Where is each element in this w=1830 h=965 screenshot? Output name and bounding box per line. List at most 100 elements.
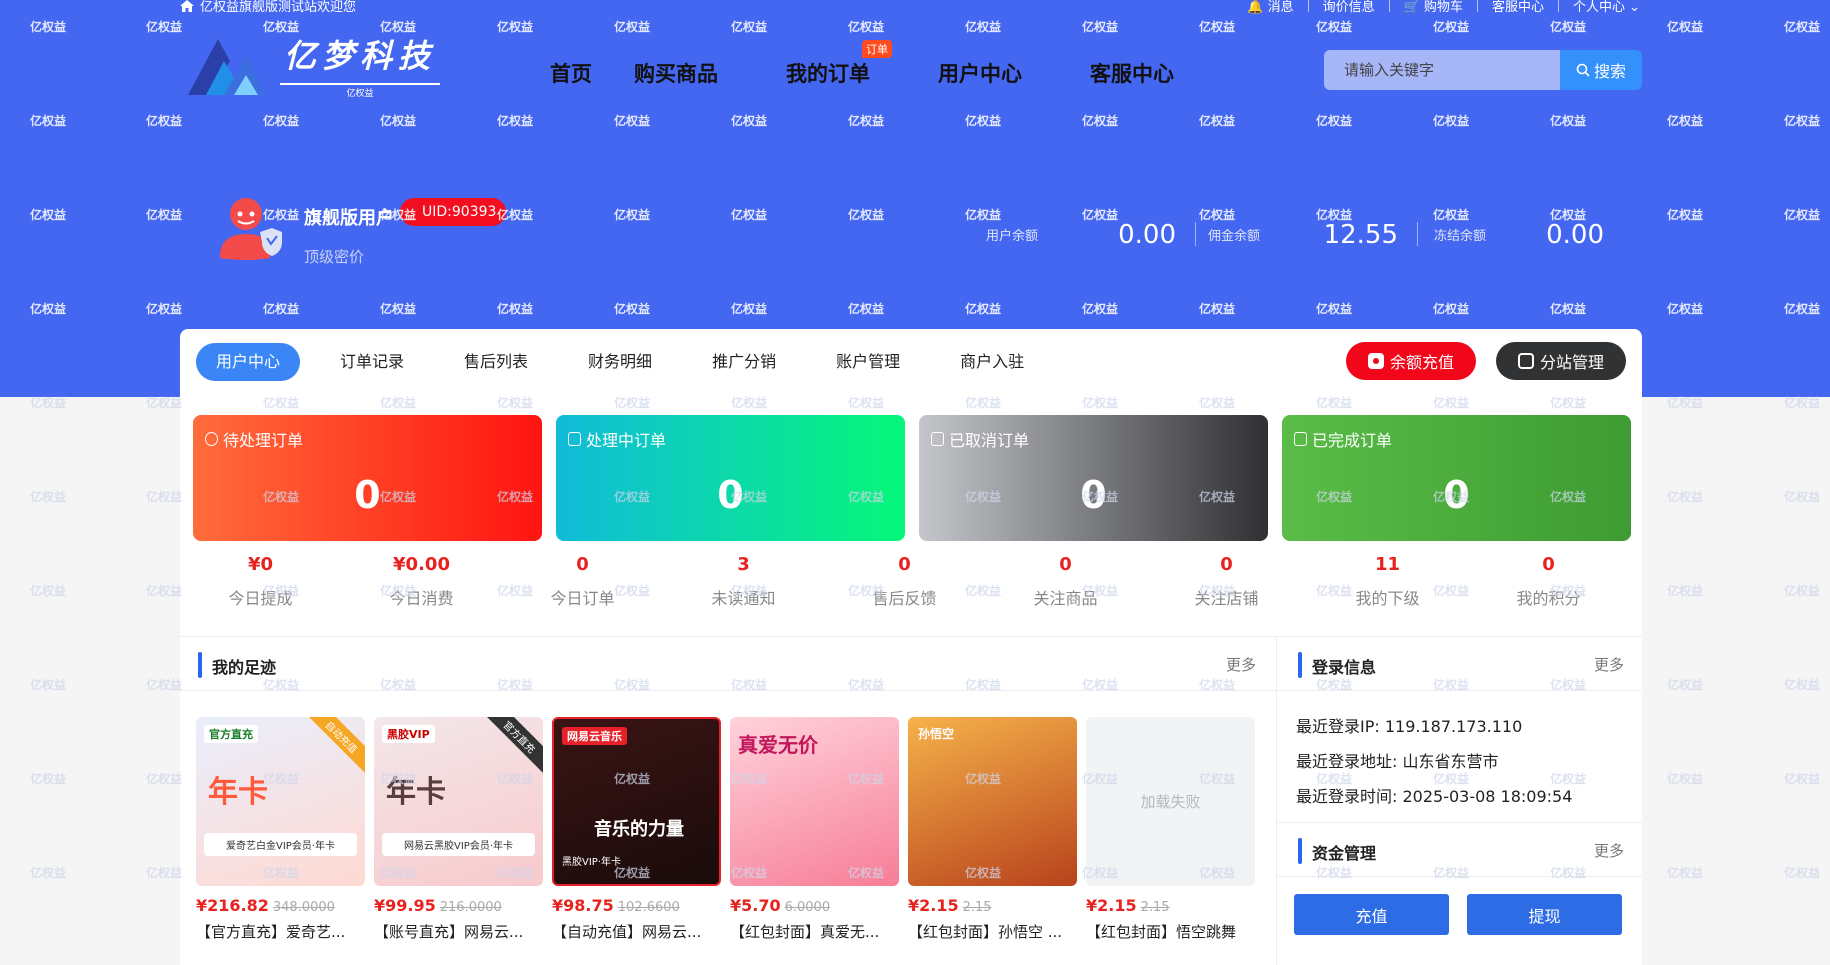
logo-mark-icon (188, 39, 266, 95)
nav-user-center[interactable]: 用户中心 (938, 58, 1022, 88)
product-card[interactable]: 网易云音乐 音乐的力量 黑胶VIP·年卡 ¥98.75 102.6600 【自动充… (552, 717, 721, 942)
personal-center-label: 个人中心 (1572, 0, 1625, 15)
product-title: 【红包封面】悟空跳舞 (1086, 923, 1237, 941)
divider (1277, 876, 1642, 877)
card-label: 处理中订单 (586, 431, 667, 450)
watermark-text: 亿权益 (1667, 584, 1704, 598)
watermark-text: 亿权益 (1784, 866, 1821, 880)
service-link[interactable]: 客服中心 (1492, 0, 1544, 15)
user-center-panel: 用户中心 订单记录 售后列表 财务明细 推广分销 账户管理 商户入驻 余额充值 … (180, 329, 1642, 965)
funds-recharge-button[interactable]: 充值 (1294, 894, 1449, 935)
cart-label: 购物车 (1423, 0, 1463, 15)
login-info-more-link[interactable]: 更多 (1594, 654, 1624, 675)
wallet-icon (1367, 353, 1384, 369)
substation-label: 分站管理 (1539, 353, 1604, 372)
product-ribbon: 官方直充 (481, 717, 543, 776)
metric-today-orders[interactable]: 0 今日订单 (502, 551, 663, 609)
document-icon (1294, 432, 1307, 446)
metric-label: 售后反馈 (872, 589, 937, 608)
metric-value: 0 (576, 554, 589, 575)
metric-after-sales[interactable]: 0 售后反馈 (824, 551, 985, 609)
tab-finance[interactable]: 财务明细 (568, 343, 672, 381)
product-old-price: 348.0000 (272, 900, 335, 915)
welcome-label: 亿权益旗舰版测试站欢迎您 (200, 0, 357, 15)
divider (1557, 0, 1559, 12)
cancelled-orders-card[interactable]: 已取消订单 0 (919, 415, 1268, 541)
nav-home[interactable]: 首页 (550, 58, 592, 88)
card-count: 0 (717, 473, 744, 517)
document-icon (568, 432, 581, 446)
metric-today-commission[interactable]: ¥0 今日提成 (180, 551, 341, 609)
watermark-text: 亿权益 (30, 866, 67, 880)
balance-commission: 佣金余额 12.55 (1208, 210, 1418, 250)
tab-merchant[interactable]: 商户入驻 (940, 343, 1044, 381)
product-old-price: 2.15 (1140, 900, 1170, 915)
order-badge: 订单 (862, 40, 892, 58)
product-banner-text: 年卡 (386, 775, 446, 810)
product-banner-sub: 爱奇艺白金VIP会员·年卡 (204, 833, 357, 856)
funds-withdraw-button[interactable]: 提现 (1467, 894, 1622, 935)
tab-order-records[interactable]: 订单记录 (320, 343, 424, 381)
metric-label: 今日订单 (550, 589, 615, 608)
brand-sub: 亿权益 (280, 83, 440, 99)
product-card[interactable]: 加载失败 ¥2.15 2.15 【红包封面】悟空跳舞 (1086, 717, 1255, 942)
product-card[interactable]: 官方直充 自动充值 年卡 爱奇艺白金VIP会员·年卡 ¥216.82 348.00… (196, 717, 365, 942)
tab-promotion[interactable]: 推广分销 (692, 343, 796, 381)
tab-after-sales[interactable]: 售后列表 (444, 343, 548, 381)
product-price: ¥98.75 (552, 896, 614, 915)
funds-more-link[interactable]: 更多 (1594, 840, 1624, 861)
divider (1195, 222, 1196, 246)
pending-orders-card[interactable]: 待处理订单 0 (193, 415, 542, 541)
product-card[interactable]: 真爱无价 ¥5.70 6.0000 【红包封面】真爱无... (730, 717, 899, 942)
metric-value: ¥0.00 (393, 554, 450, 575)
divider (180, 690, 1276, 691)
nav-orders-label: 我的订单 (786, 62, 870, 86)
document-icon (931, 432, 944, 446)
metric-followed-shops[interactable]: 0 关注店铺 (1146, 551, 1307, 609)
messages-link[interactable]: 🔔 消息 (1247, 0, 1293, 15)
watermark-text: 亿权益 (30, 678, 67, 692)
footprint-more-link[interactable]: 更多 (1226, 654, 1256, 675)
avatar[interactable] (216, 192, 286, 264)
metric-value: 0 (898, 554, 911, 575)
nav-service[interactable]: 客服中心 (1090, 58, 1174, 88)
product-banner-sub: 网易云黑胶VIP会员·年卡 (382, 833, 535, 856)
metric-unread[interactable]: 3 未读通知 (663, 551, 824, 609)
balance-panel: 用户余额 0.00 佣金余额 12.55 冻结余额 0.00 (980, 210, 1620, 250)
footprint-list: 官方直充 自动充值 年卡 爱奇艺白金VIP会员·年卡 ¥216.82 348.00… (196, 717, 1255, 942)
completed-orders-card[interactable]: 已完成订单 0 (1282, 415, 1631, 541)
funds-title: 资金管理 (1298, 838, 1376, 864)
personal-center-link[interactable]: 个人中心 ⌄ (1573, 0, 1640, 15)
product-card[interactable]: 黑胶VIP 官方直充 年卡 网易云黑胶VIP会员·年卡 ¥99.95 216.00… (374, 717, 543, 942)
tab-user-center[interactable]: 用户中心 (196, 343, 301, 381)
product-old-price: 2.15 (962, 900, 992, 915)
processing-orders-card[interactable]: 处理中订单 0 (556, 415, 905, 541)
brand-logo[interactable]: 亿梦科技 亿权益 (184, 30, 444, 100)
recharge-button[interactable]: 余额充值 (1345, 342, 1476, 380)
search-input[interactable] (1324, 50, 1560, 90)
metric-followed-goods[interactable]: 0 关注商品 (985, 551, 1146, 609)
metric-label: 未读通知 (711, 589, 776, 608)
nav-buy[interactable]: 购买商品 (634, 58, 718, 88)
product-banner-text: 真爱无价 (738, 733, 818, 757)
header-actions: 余额充值 分站管理 (1345, 342, 1626, 380)
metric-points[interactable]: 0 我的积分 (1468, 551, 1629, 609)
search-button-label: 搜索 (1593, 62, 1626, 81)
watermark-text: 亿权益 (1784, 678, 1821, 692)
product-card[interactable]: 孙悟空 ¥2.15 2.15 【红包封面】孙悟空 ... (908, 717, 1077, 942)
search-box: 搜索 (1324, 50, 1642, 90)
nav-orders[interactable]: 我的订单 订单 (786, 40, 892, 88)
metric-today-spend[interactable]: ¥0.00 今日消费 (341, 551, 502, 609)
recharge-label: 余额充值 (1389, 353, 1454, 372)
cart-link[interactable]: 🛒 购物车 (1404, 0, 1463, 15)
search-icon (1576, 63, 1590, 77)
metric-subordinates[interactable]: 11 我的下级 (1307, 551, 1468, 609)
watermark-text: 亿权益 (146, 772, 183, 786)
substation-button[interactable]: 分站管理 (1495, 342, 1626, 380)
metric-label: 今日消费 (389, 589, 454, 608)
inquiry-link[interactable]: 询价信息 (1323, 0, 1375, 15)
search-button[interactable]: 搜索 (1560, 50, 1642, 90)
welcome-text: 亿权益旗舰版测试站欢迎您 (180, 0, 356, 15)
card-count: 0 (1080, 473, 1107, 517)
tab-account[interactable]: 账户管理 (816, 343, 920, 381)
